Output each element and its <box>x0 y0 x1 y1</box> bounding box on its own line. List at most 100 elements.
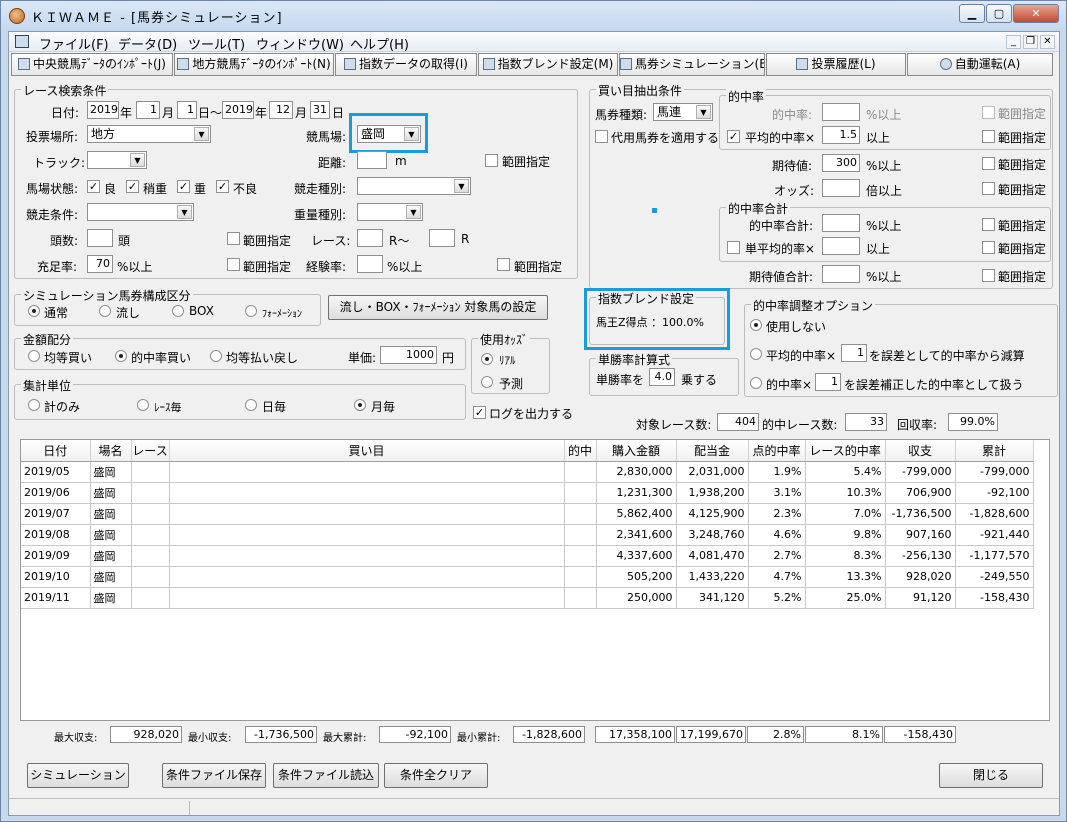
column-header[interactable]: レース的中率 <box>805 440 886 462</box>
column-header[interactable]: 配当金 <box>676 440 749 462</box>
adjust-subtract-field[interactable]: 1 <box>841 344 867 362</box>
heads-field[interactable] <box>87 229 113 247</box>
chevron-down-icon[interactable]: ▼ <box>194 127 209 141</box>
from-month-field[interactable]: 1 <box>136 101 160 119</box>
bet-kind-select[interactable]: 馬連 ▼ <box>653 103 713 121</box>
weight-select[interactable]: ▼ <box>357 203 423 221</box>
single-avg-field[interactable] <box>822 237 860 255</box>
table-row[interactable]: 2019/09 盛岡 4,337,600 4,081,470 2.7% 8.3% -256,… <box>21 545 1034 567</box>
chevron-down-icon[interactable]: ▼ <box>130 153 145 167</box>
single-avg-checkbox[interactable] <box>727 241 740 254</box>
close-button[interactable]: 閉じる <box>939 763 1043 788</box>
expected-sum-range-checkbox[interactable] <box>982 269 995 282</box>
toolbar-simulation-button[interactable]: 馬券シミュレーション(B) <box>619 53 765 76</box>
menu-tools[interactable]: ツール(T) <box>188 34 245 53</box>
sim-type-radio-nagashi[interactable] <box>99 305 111 317</box>
menu-data[interactable]: データ(D) <box>118 34 177 53</box>
race-from-field[interactable] <box>357 229 383 247</box>
clear-conditions-button[interactable]: 条件全クリア <box>384 763 488 788</box>
results-grid[interactable]: 日付 場名 レース 買い目 的中 購入金額 配当金 点的中率 レース的中率 収支 累計 2019/0… <box>20 439 1050 721</box>
toolbar-fetch-index-button[interactable]: 指数データの取得(I) <box>335 53 477 76</box>
column-header[interactable]: 収支 <box>885 440 956 462</box>
log-output-checkbox[interactable]: ✓ <box>473 406 486 419</box>
column-header[interactable]: 的中 <box>564 440 597 462</box>
mdi-minimize-button[interactable]: _ <box>1006 35 1021 49</box>
toolbar-import-central-button[interactable]: 中央競馬ﾃﾞｰﾀのｲﾝﾎﾟｰﾄ(J) <box>11 53 173 76</box>
odds-field[interactable] <box>822 179 860 197</box>
maximize-button[interactable]: ▢ <box>986 4 1012 23</box>
venue-select[interactable]: 地方 ▼ <box>87 125 211 143</box>
adjust-correct-field[interactable]: 1 <box>815 373 841 391</box>
adjust-radio-subtract[interactable] <box>750 348 762 360</box>
money-radio-equal-payout[interactable] <box>210 350 222 362</box>
baba-slight-checkbox[interactable]: ✓ <box>126 180 139 193</box>
toolbar-auto-run-button[interactable]: 自動運転(A) <box>907 53 1053 76</box>
sim-type-radio-normal[interactable] <box>28 305 40 317</box>
unit-price-field[interactable]: 1000 <box>380 346 437 364</box>
agg-radio-race[interactable] <box>137 399 149 411</box>
table-row[interactable]: 2019/05 盛岡 2,830,000 2,031,000 1.9% 5.4% -799,… <box>21 461 1034 483</box>
money-radio-hit-rate[interactable] <box>115 350 127 362</box>
to-month-field[interactable]: 12 <box>269 101 293 119</box>
odds-radio-real[interactable] <box>481 353 493 365</box>
menu-help[interactable]: ヘルプ(H) <box>350 34 409 53</box>
menu-file[interactable]: ファイル(F) <box>39 34 109 53</box>
menu-window[interactable]: ウィンドウ(W) <box>256 34 344 53</box>
fill-range-checkbox[interactable] <box>227 258 240 271</box>
simulate-button[interactable]: シミュレーション <box>27 763 129 788</box>
distance-field[interactable] <box>357 151 387 169</box>
adjust-radio-correct[interactable] <box>750 377 762 389</box>
exp-range-checkbox[interactable] <box>497 258 510 271</box>
table-row[interactable]: 2019/08 盛岡 2,341,600 3,248,760 4.6% 9.8% 907,1… <box>21 524 1034 546</box>
agg-radio-day[interactable] <box>245 399 257 411</box>
avg-hit-checkbox[interactable]: ✓ <box>727 130 740 143</box>
chevron-down-icon[interactable]: ▼ <box>406 205 421 219</box>
race-cond-select[interactable]: ▼ <box>87 203 194 221</box>
sim-type-radio-formation[interactable] <box>245 305 257 317</box>
mdi-restore-button[interactable]: ❐ <box>1023 35 1038 49</box>
chevron-down-icon[interactable]: ▼ <box>696 105 711 119</box>
column-header[interactable]: 点的中率 <box>748 440 806 462</box>
from-year-field[interactable]: 2019 <box>87 101 119 119</box>
save-conditions-button[interactable]: 条件ファイル保存 <box>162 763 266 788</box>
hit-rate-range-checkbox[interactable] <box>982 106 995 119</box>
fill-field[interactable]: 70 <box>87 255 113 273</box>
column-header[interactable]: 購入金額 <box>596 440 677 462</box>
odds-radio-predict[interactable] <box>481 376 493 388</box>
single-win-field[interactable]: 4.0 <box>649 368 675 386</box>
track-select[interactable]: ▼ <box>87 151 147 169</box>
avg-hit-range-checkbox[interactable] <box>982 130 995 143</box>
substitute-checkbox[interactable] <box>595 130 608 143</box>
distance-range-checkbox[interactable] <box>485 154 498 167</box>
column-header[interactable]: 累計 <box>955 440 1034 462</box>
from-day-field[interactable]: 1 <box>177 101 197 119</box>
agg-radio-month[interactable] <box>354 399 366 411</box>
expected-sum-field[interactable] <box>822 265 860 283</box>
money-radio-equal[interactable] <box>28 350 40 362</box>
table-row[interactable]: 2019/06 盛岡 1,231,300 1,938,200 3.1% 10.3% 706,… <box>21 482 1034 504</box>
expected-range-checkbox[interactable] <box>982 157 995 170</box>
mdi-close-button[interactable]: ✕ <box>1040 35 1055 49</box>
odds-range-checkbox[interactable] <box>982 182 995 195</box>
load-conditions-button[interactable]: 条件ファイル読込 <box>273 763 379 788</box>
close-window-button[interactable]: ✕ <box>1013 4 1059 23</box>
hit-rate-field[interactable] <box>822 103 860 121</box>
agg-radio-total[interactable] <box>28 399 40 411</box>
to-day-field[interactable]: 31 <box>310 101 330 119</box>
expected-field[interactable]: 300 <box>822 154 860 172</box>
baba-good-checkbox[interactable]: ✓ <box>87 180 100 193</box>
column-header[interactable]: 買い目 <box>169 440 565 462</box>
minimize-button[interactable]: ▁ <box>959 4 985 23</box>
single-avg-range-checkbox[interactable] <box>982 241 995 254</box>
column-header[interactable]: 場名 <box>90 440 132 462</box>
column-header[interactable]: レース <box>131 440 170 462</box>
race-type-select[interactable]: ▼ <box>357 177 471 195</box>
toolbar-blend-settings-button[interactable]: 指数ブレンド設定(M) <box>478 53 618 76</box>
toolbar-import-local-button[interactable]: 地方競馬ﾃﾞｰﾀのｲﾝﾎﾟｰﾄ(N) <box>174 53 334 76</box>
column-header[interactable]: 日付 <box>21 440 91 462</box>
chevron-down-icon[interactable]: ▼ <box>177 205 192 219</box>
heads-range-checkbox[interactable] <box>227 232 240 245</box>
exp-field[interactable] <box>357 255 383 273</box>
race-to-field[interactable] <box>429 229 455 247</box>
sim-type-radio-box[interactable] <box>172 305 184 317</box>
